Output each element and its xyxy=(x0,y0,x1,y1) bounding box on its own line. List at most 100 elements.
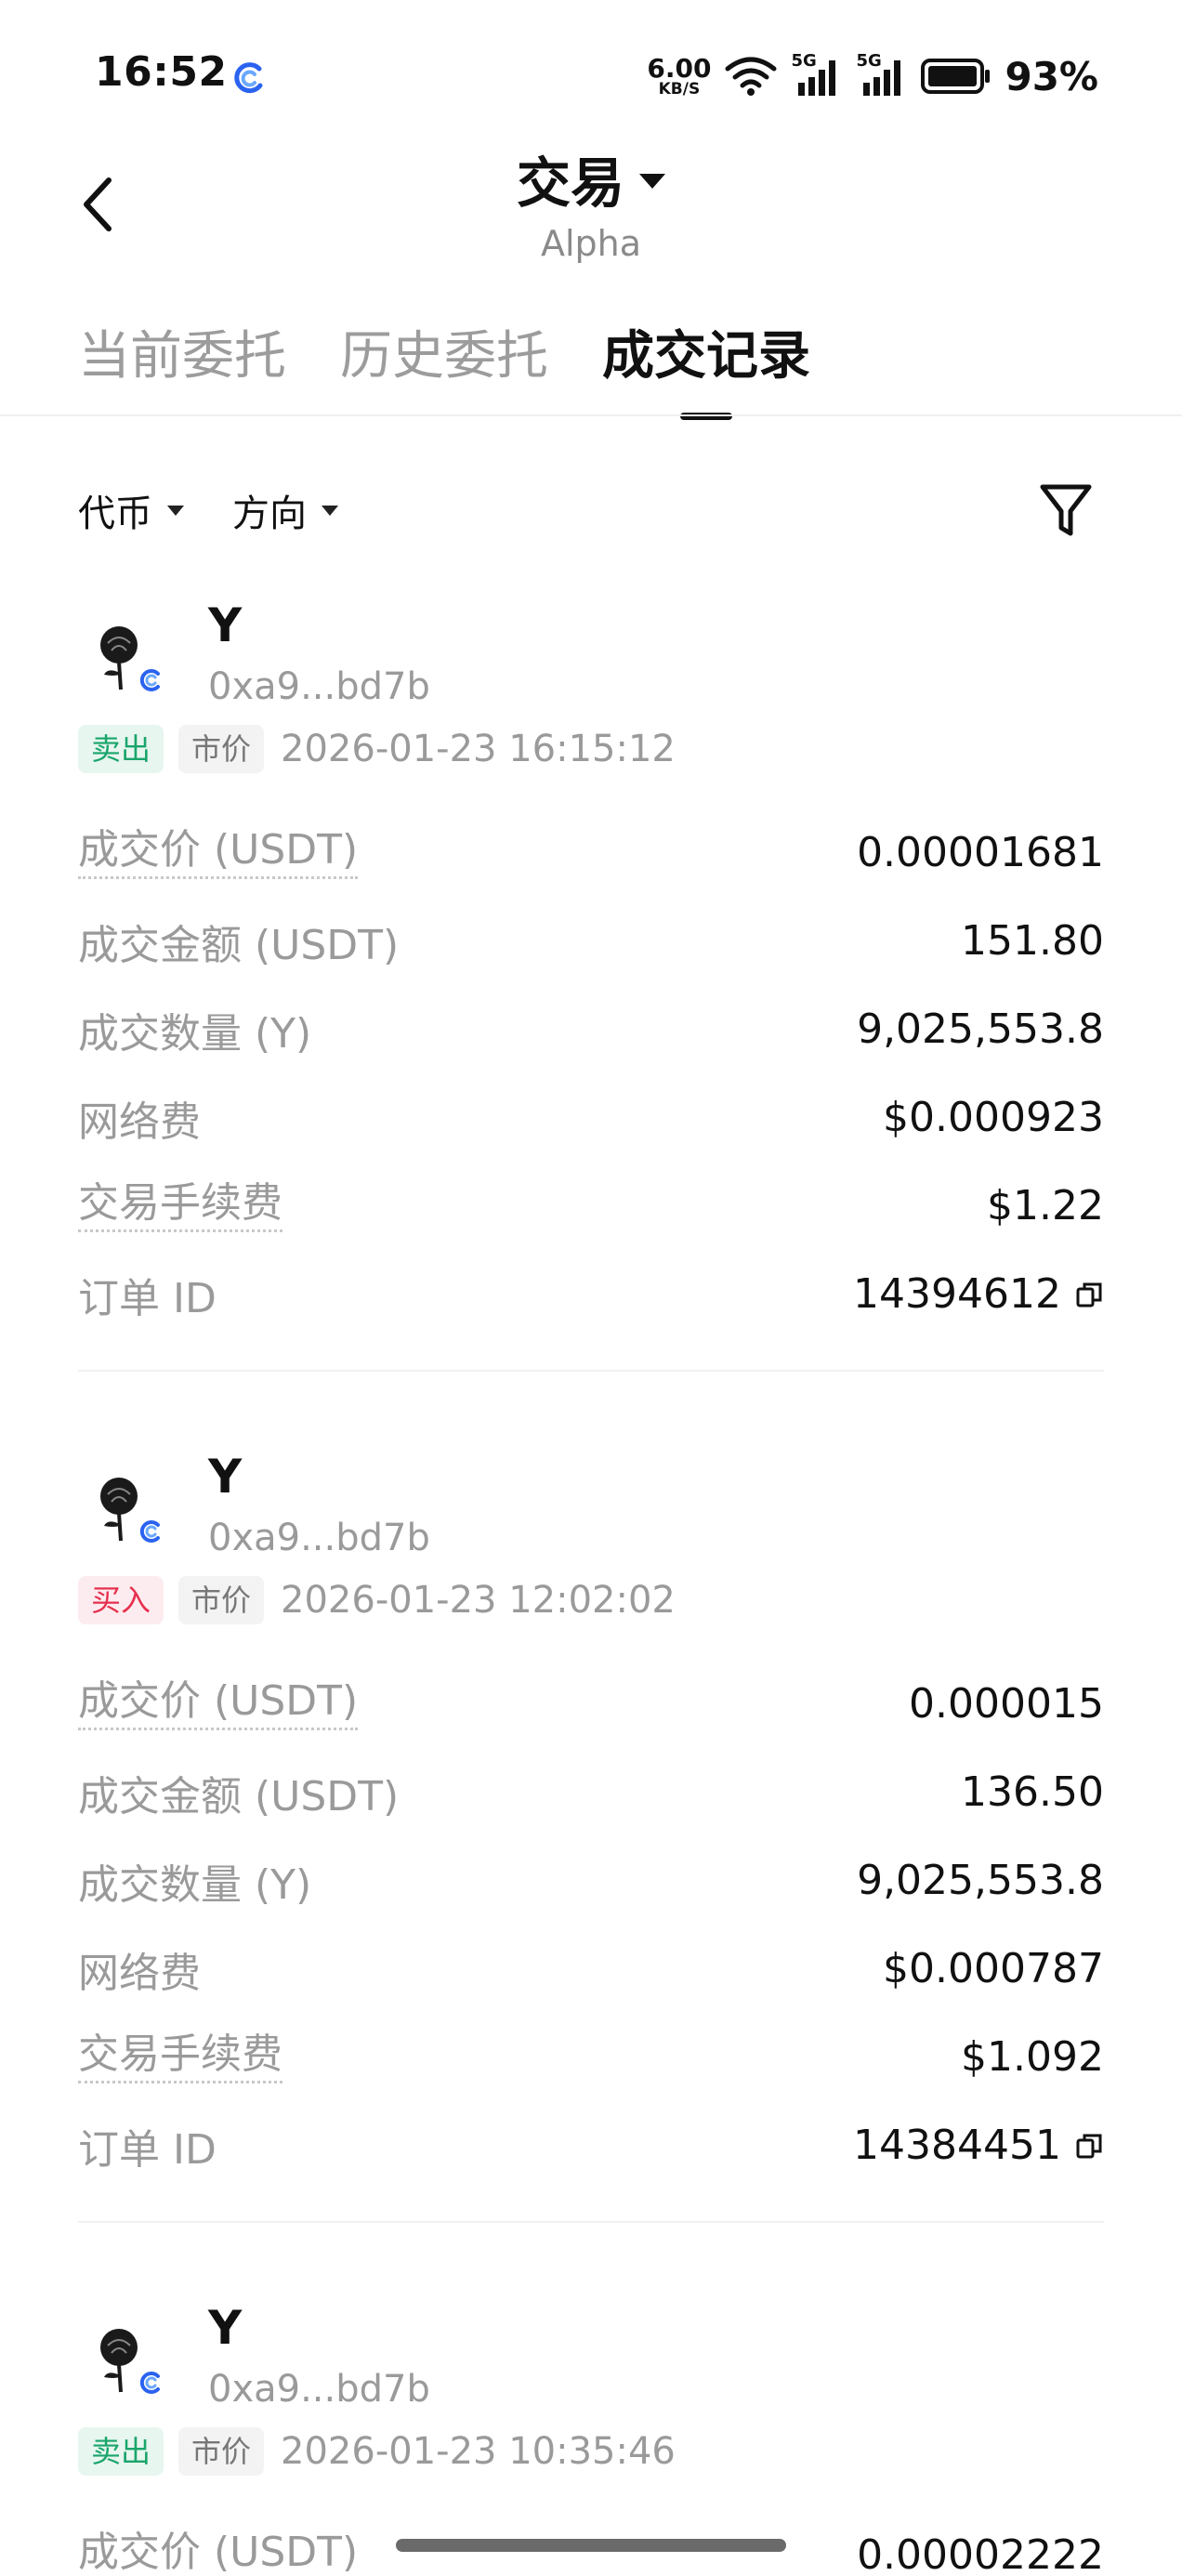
cellular-signal-1: 5G xyxy=(791,51,843,98)
network-fee-row: 网络费 $0.000923 xyxy=(78,1073,1104,1162)
signal-bars-icon xyxy=(798,60,836,96)
trading-fee-value: $1.092 xyxy=(961,2033,1104,2081)
fill-amount-value: 151.80 xyxy=(961,917,1104,965)
title-selector[interactable]: 交易 xyxy=(517,139,665,217)
order-id-row: 订单 ID 14394612 xyxy=(78,1250,1104,1338)
order-id-value-wrap[interactable]: 14394612 xyxy=(853,1270,1104,1318)
order-id-label: 订单 ID xyxy=(78,1274,217,1322)
token-filter-label: 代币 xyxy=(78,493,152,535)
fill-price-row: 成交价 (USDT) 0.00001681 xyxy=(78,808,1104,897)
trade-details: 成交价 (USDT) 0.000015 成交金额 (USDT) 136.50 成… xyxy=(78,1660,1104,2189)
token-symbol: Y xyxy=(208,598,243,652)
trading-fee-label[interactable]: 交易手续费 xyxy=(78,2031,282,2083)
caret-down-icon xyxy=(167,505,184,516)
page-subtitle: Alpha xyxy=(540,223,642,264)
copy-icon[interactable] xyxy=(1074,1280,1104,1309)
fill-amount-label: 成交金额 (USDT) xyxy=(78,1772,400,1820)
cellular-signal-2: 5G xyxy=(856,51,908,98)
card-divider xyxy=(78,2221,1104,2223)
fill-price-row: 成交价 (USDT) 0.000015 xyxy=(78,1660,1104,1748)
caret-down-icon xyxy=(322,505,338,516)
order-type-badge: 市价 xyxy=(178,725,265,773)
fill-quantity-value: 9,025,553.8 xyxy=(857,1857,1104,1904)
header: 交易 Alpha xyxy=(0,139,1182,264)
fill-price-value: 0.00002222 xyxy=(857,2531,1104,2576)
trade-meta: 买入 市价 2026-01-23 12:02:02 xyxy=(78,1572,1104,1628)
fill-price-label[interactable]: 成交价 (USDT) xyxy=(78,2529,358,2576)
rose-icon xyxy=(100,1478,163,1544)
token-info: Y 0xa9...bd7b xyxy=(78,2297,1104,2418)
order-id-row: 订单 ID 14384451 xyxy=(78,2101,1104,2189)
trading-fee-value: $1.22 xyxy=(987,1182,1104,1229)
fill-price-value: 0.000015 xyxy=(909,1680,1104,1728)
trading-fee-label[interactable]: 交易手续费 xyxy=(78,1179,282,1232)
side-badge: 卖出 xyxy=(78,725,164,773)
fill-quantity-label: 成交数量 (Y) xyxy=(78,1860,312,1909)
direction-filter-dropdown[interactable]: 方向 xyxy=(232,483,338,537)
home-indicator[interactable] xyxy=(396,2539,786,2552)
fill-quantity-value: 9,025,553.8 xyxy=(857,1005,1104,1053)
net-speed: 6.00 KB/S xyxy=(647,52,712,99)
order-id-value: 14384451 xyxy=(853,2122,1061,2169)
fill-price-value: 0.00001681 xyxy=(857,829,1104,876)
copy-icon[interactable] xyxy=(1074,2131,1104,2161)
token-info: Y 0xa9...bd7b xyxy=(78,1446,1104,1567)
token-address: 0xa9...bd7b xyxy=(208,665,430,708)
rose-icon xyxy=(100,2329,163,2395)
order-type-badge: 市价 xyxy=(178,2427,265,2476)
fill-quantity-row: 成交数量 (Y) 9,025,553.8 xyxy=(78,985,1104,1073)
trade-card[interactable]: Y 0xa9...bd7b 卖出 市价 2026-01-23 16:15:12 … xyxy=(78,595,1104,1372)
direction-filter-label: 方向 xyxy=(232,493,307,535)
net-speed-unit: KB/S xyxy=(658,79,701,99)
trading-fee-row: 交易手续费 $1.092 xyxy=(78,2013,1104,2101)
fill-price-label[interactable]: 成交价 (USDT) xyxy=(78,1677,359,1730)
token-filter-dropdown[interactable]: 代币 xyxy=(78,483,184,537)
tabs-divider xyxy=(0,414,1182,416)
filter-bar: 代币 方向 xyxy=(78,483,338,537)
fill-quantity-label: 成交数量 (Y) xyxy=(78,1009,312,1058)
token-address: 0xa9...bd7b xyxy=(208,2368,430,2411)
trade-timestamp: 2026-01-23 12:02:02 xyxy=(281,1579,676,1622)
token-symbol: Y xyxy=(208,2301,243,2355)
side-badge: 卖出 xyxy=(78,2427,164,2476)
status-indicators: 6.00 KB/S 5G 5G 93% xyxy=(647,48,1098,104)
battery-icon xyxy=(921,59,991,94)
network-fee-row: 网络费 $0.000787 xyxy=(78,1925,1104,2013)
app-notification-icon xyxy=(234,62,263,94)
status-bar: 16:52 6.00 KB/S 5G 5G 93% xyxy=(0,0,1182,149)
token-info: Y 0xa9...bd7b xyxy=(78,595,1104,716)
trade-timestamp: 2026-01-23 16:15:12 xyxy=(281,728,676,770)
fill-quantity-row: 成交数量 (Y) 9,025,553.8 xyxy=(78,1836,1104,1925)
trade-meta: 卖出 市价 2026-01-23 10:35:46 xyxy=(78,2424,1104,2479)
fill-price-label[interactable]: 成交价 (USDT) xyxy=(78,826,359,879)
battery-percentage: 93% xyxy=(1005,53,1098,99)
fill-amount-row: 成交金额 (USDT) 151.80 xyxy=(78,897,1104,985)
fill-amount-row: 成交金额 (USDT) 136.50 xyxy=(78,1748,1104,1836)
trade-card[interactable]: Y 0xa9...bd7b 买入 市价 2026-01-23 12:02:02 … xyxy=(78,1446,1104,2223)
funnel-icon[interactable] xyxy=(1039,481,1093,541)
tab-order-history[interactable]: 历史委托 xyxy=(340,314,548,407)
trade-meta: 卖出 市价 2026-01-23 16:15:12 xyxy=(78,721,1104,777)
status-time: 16:52 xyxy=(95,48,228,96)
network-fee-value: $0.000787 xyxy=(883,1945,1104,1992)
fill-amount-value: 136.50 xyxy=(961,1768,1104,1816)
page-title: 交易 xyxy=(516,151,624,215)
tab-open-orders[interactable]: 当前委托 xyxy=(78,314,286,407)
net-speed-value: 6.00 xyxy=(647,52,712,84)
caret-down-icon xyxy=(639,174,665,189)
order-id-label: 订单 ID xyxy=(78,2125,217,2174)
network-fee-label: 网络费 xyxy=(78,1097,201,1146)
side-badge: 买入 xyxy=(78,1576,164,1624)
trade-details: 成交价 (USDT) 0.00001681 成交金额 (USDT) 151.80… xyxy=(78,808,1104,1338)
order-id-value: 14394612 xyxy=(853,1270,1061,1318)
trade-card[interactable]: Y 0xa9...bd7b 卖出 市价 2026-01-23 10:35:46 … xyxy=(78,2297,1104,2576)
network-fee-label: 网络费 xyxy=(78,1949,201,1997)
rose-icon xyxy=(100,626,163,692)
trade-history-screen: 16:52 6.00 KB/S 5G 5G 93% 交易 Alpha 当前委托 … xyxy=(0,0,1182,2576)
order-id-value-wrap[interactable]: 14384451 xyxy=(853,2122,1104,2169)
tab-trade-history[interactable]: 成交记录 xyxy=(602,314,810,407)
trading-fee-row: 交易手续费 $1.22 xyxy=(78,1162,1104,1250)
token-symbol: Y xyxy=(208,1450,243,1504)
token-address: 0xa9...bd7b xyxy=(208,1517,430,1559)
fill-amount-label: 成交金额 (USDT) xyxy=(78,921,400,969)
